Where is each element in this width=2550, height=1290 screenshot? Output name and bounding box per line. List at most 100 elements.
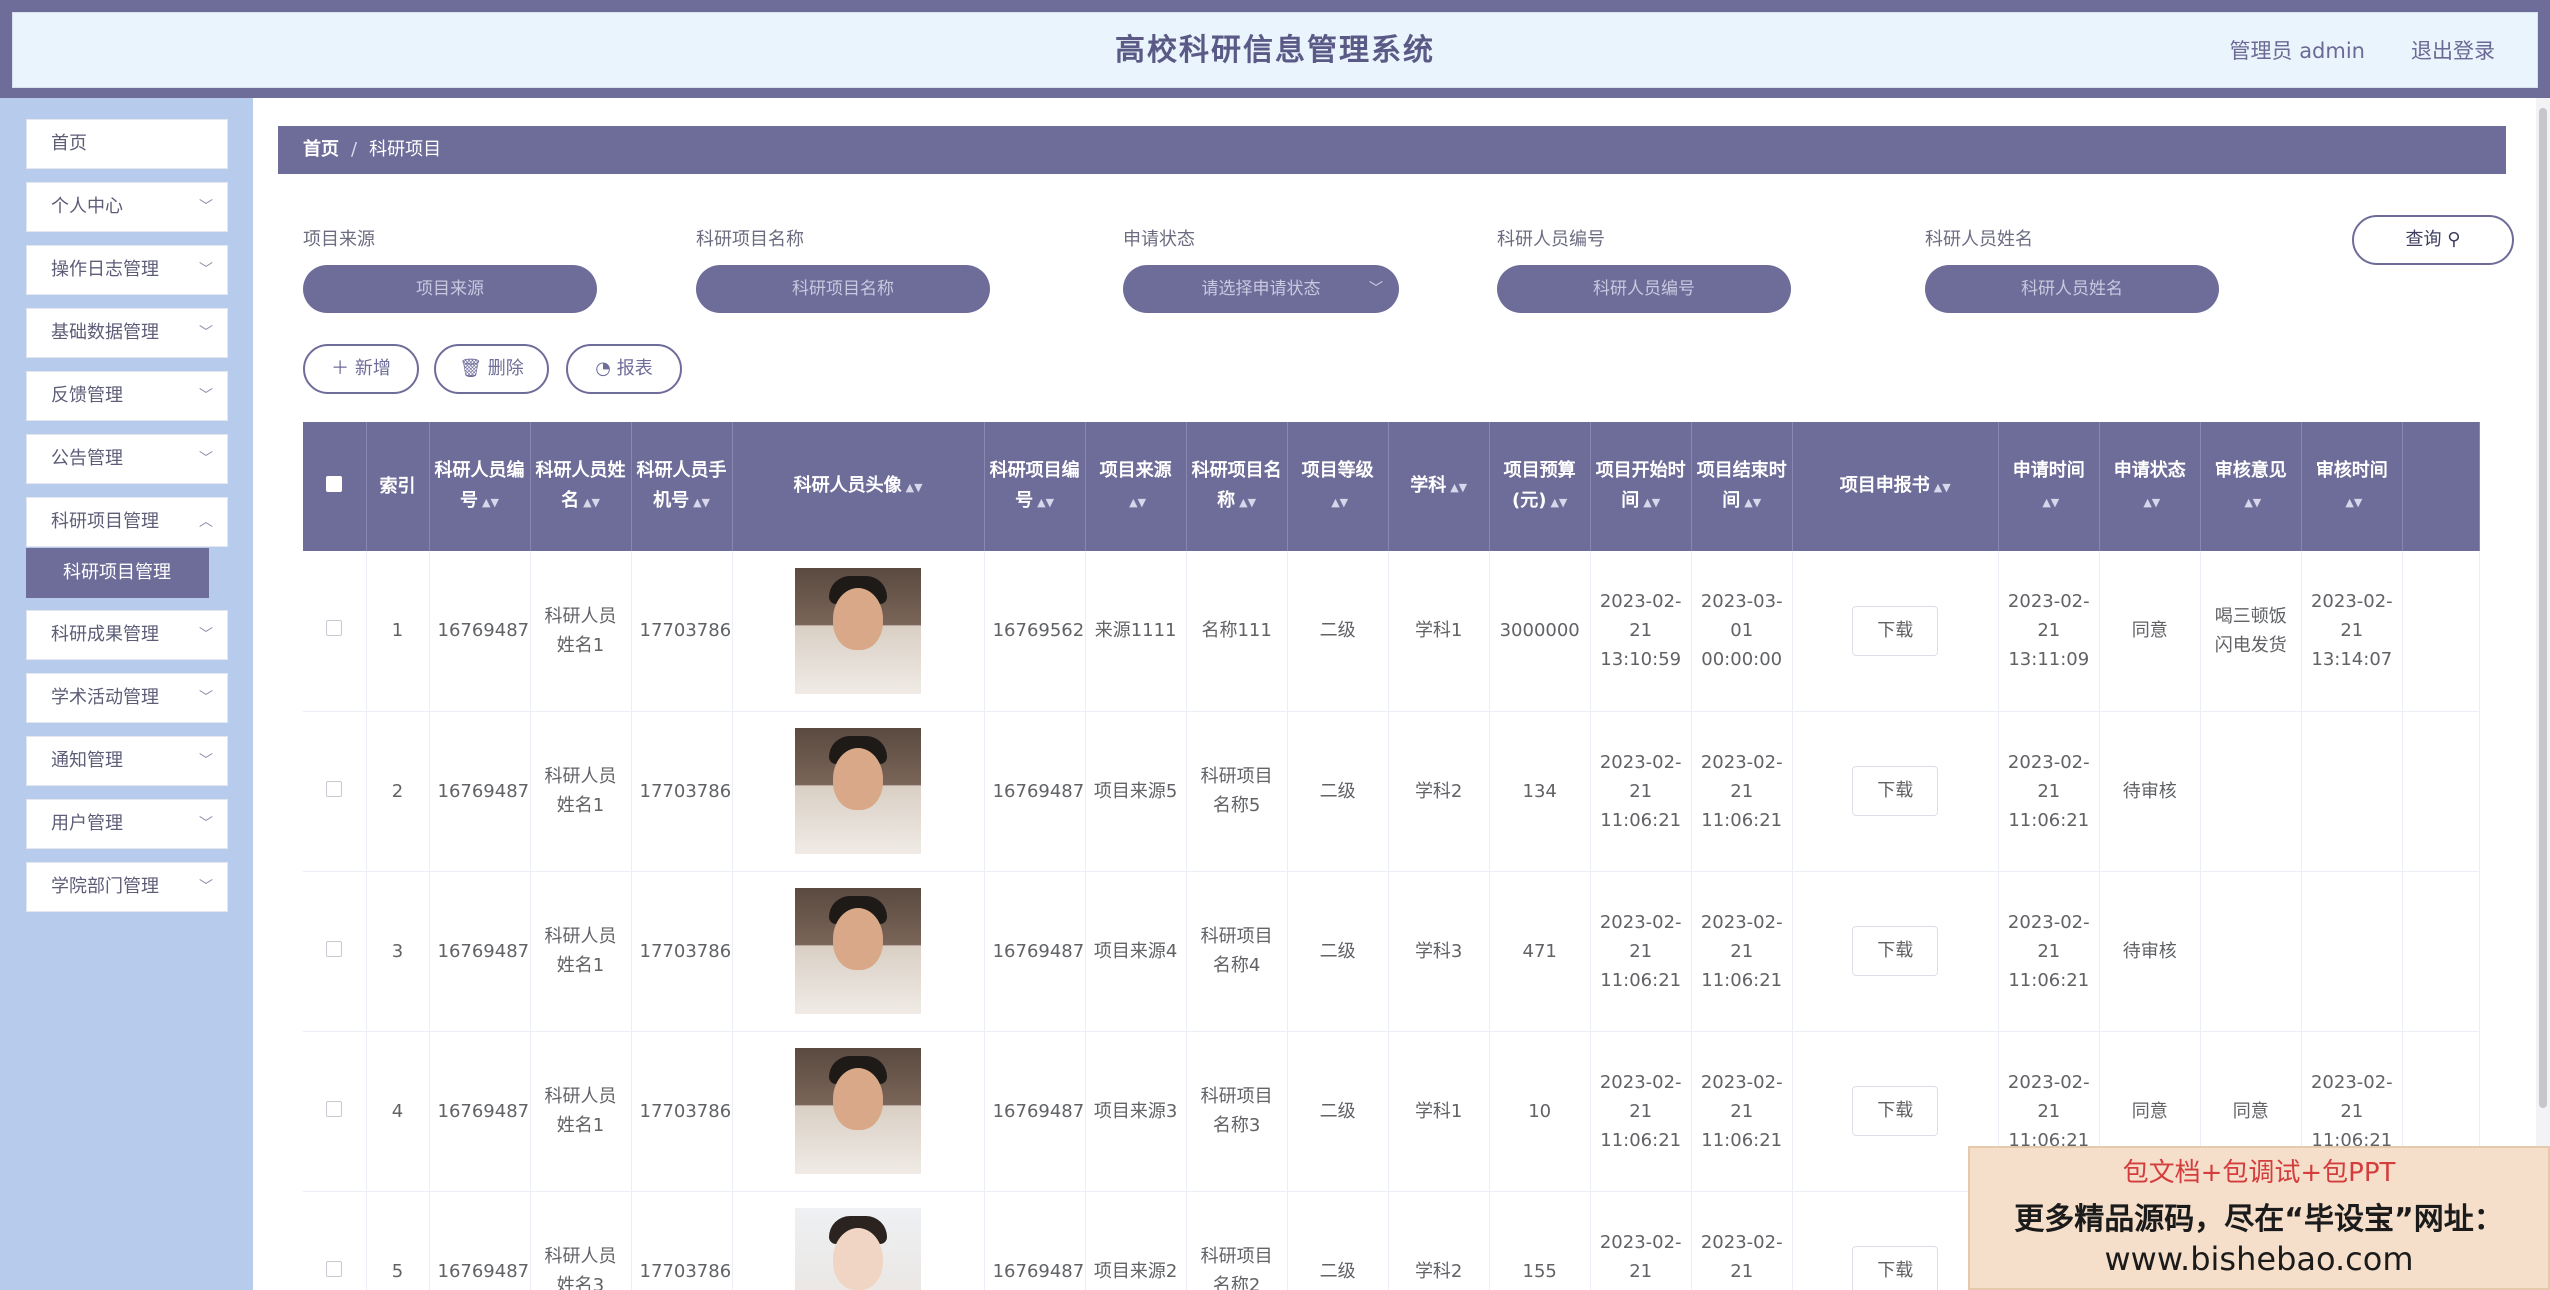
cell-source: 项目来源4 [1085,871,1187,1032]
col-label: 申请状态 [2113,459,2186,481]
cell-end: 2023-02-21 11:06:21 [1691,711,1793,872]
sidebar-item-label: 学院部门管理 [51,876,159,897]
cell-avatar [732,1191,985,1290]
main-panel: 首页 / 科研项目 项目来源 项目来源 科研项目名称 科研项目名称 申请状态 请选择… [253,98,2550,1290]
chart-pie-icon: ◔ [595,358,611,379]
report-button[interactable]: ◔ 报表 [566,344,682,394]
sidebar-item-profile[interactable]: 个人中心 ﹀ [26,182,228,232]
col-source[interactable]: 项目来源 ▲▼ [1085,422,1187,551]
sidebar-item-projects[interactable]: 科研项目管理 ︿ [26,497,228,547]
col-staff-no[interactable]: 科研人员编号 ▲▼ [429,422,531,551]
col-apply-time[interactable]: 申请时间 ▲▼ [1998,422,2100,551]
sidebar-item-basedata[interactable]: 基础数据管理 ﹀ [26,308,228,358]
sidebar-item-oplog[interactable]: 操作日志管理 ﹀ [26,245,228,295]
avatar[interactable] [795,728,922,854]
col-staff-name[interactable]: 科研人员姓名 ▲▼ [530,422,632,551]
status-select[interactable]: 请选择申请状态 ﹀ [1123,265,1399,313]
chevron-down-icon: ﹀ [199,262,213,278]
cell-project-name: 科研项目名称5 [1186,711,1288,872]
top-header: 高校科研信息管理系统 管理员 admin 退出登录 [0,0,2550,98]
download-button[interactable]: 下载 [1852,1246,1939,1290]
checkbox-icon [326,940,343,957]
cell-status: 待审核 [2099,871,2201,1032]
row-checkbox[interactable] [303,871,367,1032]
download-button[interactable]: 下载 [1852,1086,1939,1136]
row-checkbox[interactable] [303,711,367,872]
cell-end: 2023-03-01 00:00:00 [1691,551,1793,712]
col-audit-time[interactable]: 审核时间 ▲▼ [2301,422,2403,551]
sidebar-item-notifications[interactable]: 通知管理 ﹀ [26,736,228,786]
delete-button[interactable]: 🗑 删除 [434,344,549,394]
staff-no-input[interactable]: 科研人员编号 [1497,265,1791,313]
cell-level: 二级 [1287,1031,1389,1192]
cell-budget: 134 [1489,711,1591,872]
cell-project-no: 1676948781430 [984,1031,1086,1192]
breadcrumb-home[interactable]: 首页 [303,139,339,160]
sidebar-item-activities[interactable]: 学术活动管理 ﹀ [26,673,228,723]
vertical-scrollbar[interactable] [2536,98,2550,1290]
select-all-checkbox[interactable] [303,422,367,551]
download-button[interactable]: 下载 [1852,605,1939,656]
sort-icon: ▲▼ [482,495,499,509]
col-doc[interactable]: 项目申报书 ▲▼ [1792,422,1999,551]
sidebar-item-label: 通知管理 [51,750,123,771]
sidebar-item-home[interactable]: 首页 [26,119,228,169]
query-label: 查询 [2405,229,2442,250]
sidebar-item-users[interactable]: 用户管理 ﹀ [26,799,228,849]
sidebar-item-label: 个人中心 [51,196,123,217]
row-checkbox[interactable] [303,1031,367,1192]
staff-name-input[interactable]: 科研人员姓名 [1925,265,2219,313]
row-checkbox[interactable] [303,551,367,712]
col-opinion[interactable]: 审核意见 ▲▼ [2200,422,2302,551]
project-name-input[interactable]: 科研项目名称 [696,265,990,313]
col-project-name[interactable]: 科研项目名称 ▲▼ [1186,422,1288,551]
cell-staff-no: 1676948781422 [429,551,531,712]
sidebar-item-notice[interactable]: 公告管理 ﹀ [26,434,228,484]
logout-link[interactable]: 退出登录 [2411,13,2495,89]
cell-avatar [732,711,985,872]
col-avatar[interactable]: 科研人员头像 ▲▼ [732,422,985,551]
avatar[interactable] [795,1208,922,1290]
avatar[interactable] [795,567,922,694]
query-button[interactable]: 查询 ⚲ [2352,215,2514,265]
cell-source: 来源1111 [1085,551,1187,712]
cell-budget: 10 [1489,1031,1591,1192]
cell-index: 1 [366,551,430,712]
checkbox-icon [326,620,343,637]
col-budget[interactable]: 项目预算(元) ▲▼ [1489,422,1591,551]
cell-avatar [732,1031,985,1192]
col-start[interactable]: 项目开始时间 ▲▼ [1590,422,1692,551]
sidebar-subitem-projects[interactable]: 科研项目管理 [26,548,209,598]
col-level[interactable]: 项目等级 ▲▼ [1287,422,1389,551]
download-button[interactable]: 下载 [1852,766,1939,816]
cell-level: 二级 [1287,551,1389,712]
avatar[interactable] [795,1048,922,1174]
source-input[interactable]: 项目来源 [303,265,597,313]
cell-staff-name: 科研人员姓名1 [530,871,632,1032]
sidebar-item-label: 基础数据管理 [51,322,159,343]
cell-phone: 17703786901 [631,871,733,1032]
cell-budget: 155 [1489,1191,1591,1290]
col-end[interactable]: 项目结束时间 ▲▼ [1691,422,1793,551]
scrollbar-thumb[interactable] [2539,108,2547,1108]
col-project-no[interactable]: 科研项目编号 ▲▼ [984,422,1086,551]
sidebar-item-achievements[interactable]: 科研成果管理 ﹀ [26,610,228,660]
col-phone[interactable]: 科研人员手机号 ▲▼ [631,422,733,551]
system-title: 高校科研信息管理系统 [1115,33,1435,68]
download-button[interactable]: 下载 [1852,926,1939,976]
sidebar-item-feedback[interactable]: 反馈管理 ﹀ [26,371,228,421]
cell-staff-no: 1676948781422 [429,871,531,1032]
sort-icon: ▲▼ [1933,480,1951,494]
sidebar-item-departments[interactable]: 学院部门管理 ﹀ [26,862,228,912]
col-subject[interactable]: 学科 ▲▼ [1388,422,1490,551]
avatar-face [833,908,884,970]
cell-avatar [732,551,985,712]
col-operations [2402,422,2480,551]
col-label: 审核时间 [2315,459,2388,481]
cell-doc: 下载 [1792,551,1999,712]
row-checkbox[interactable] [303,1191,367,1290]
col-status[interactable]: 申请状态 ▲▼ [2099,422,2201,551]
add-button[interactable]: ＋ 新增 [303,344,419,394]
avatar[interactable] [795,888,922,1014]
sort-icon: ▲▼ [2042,495,2060,509]
